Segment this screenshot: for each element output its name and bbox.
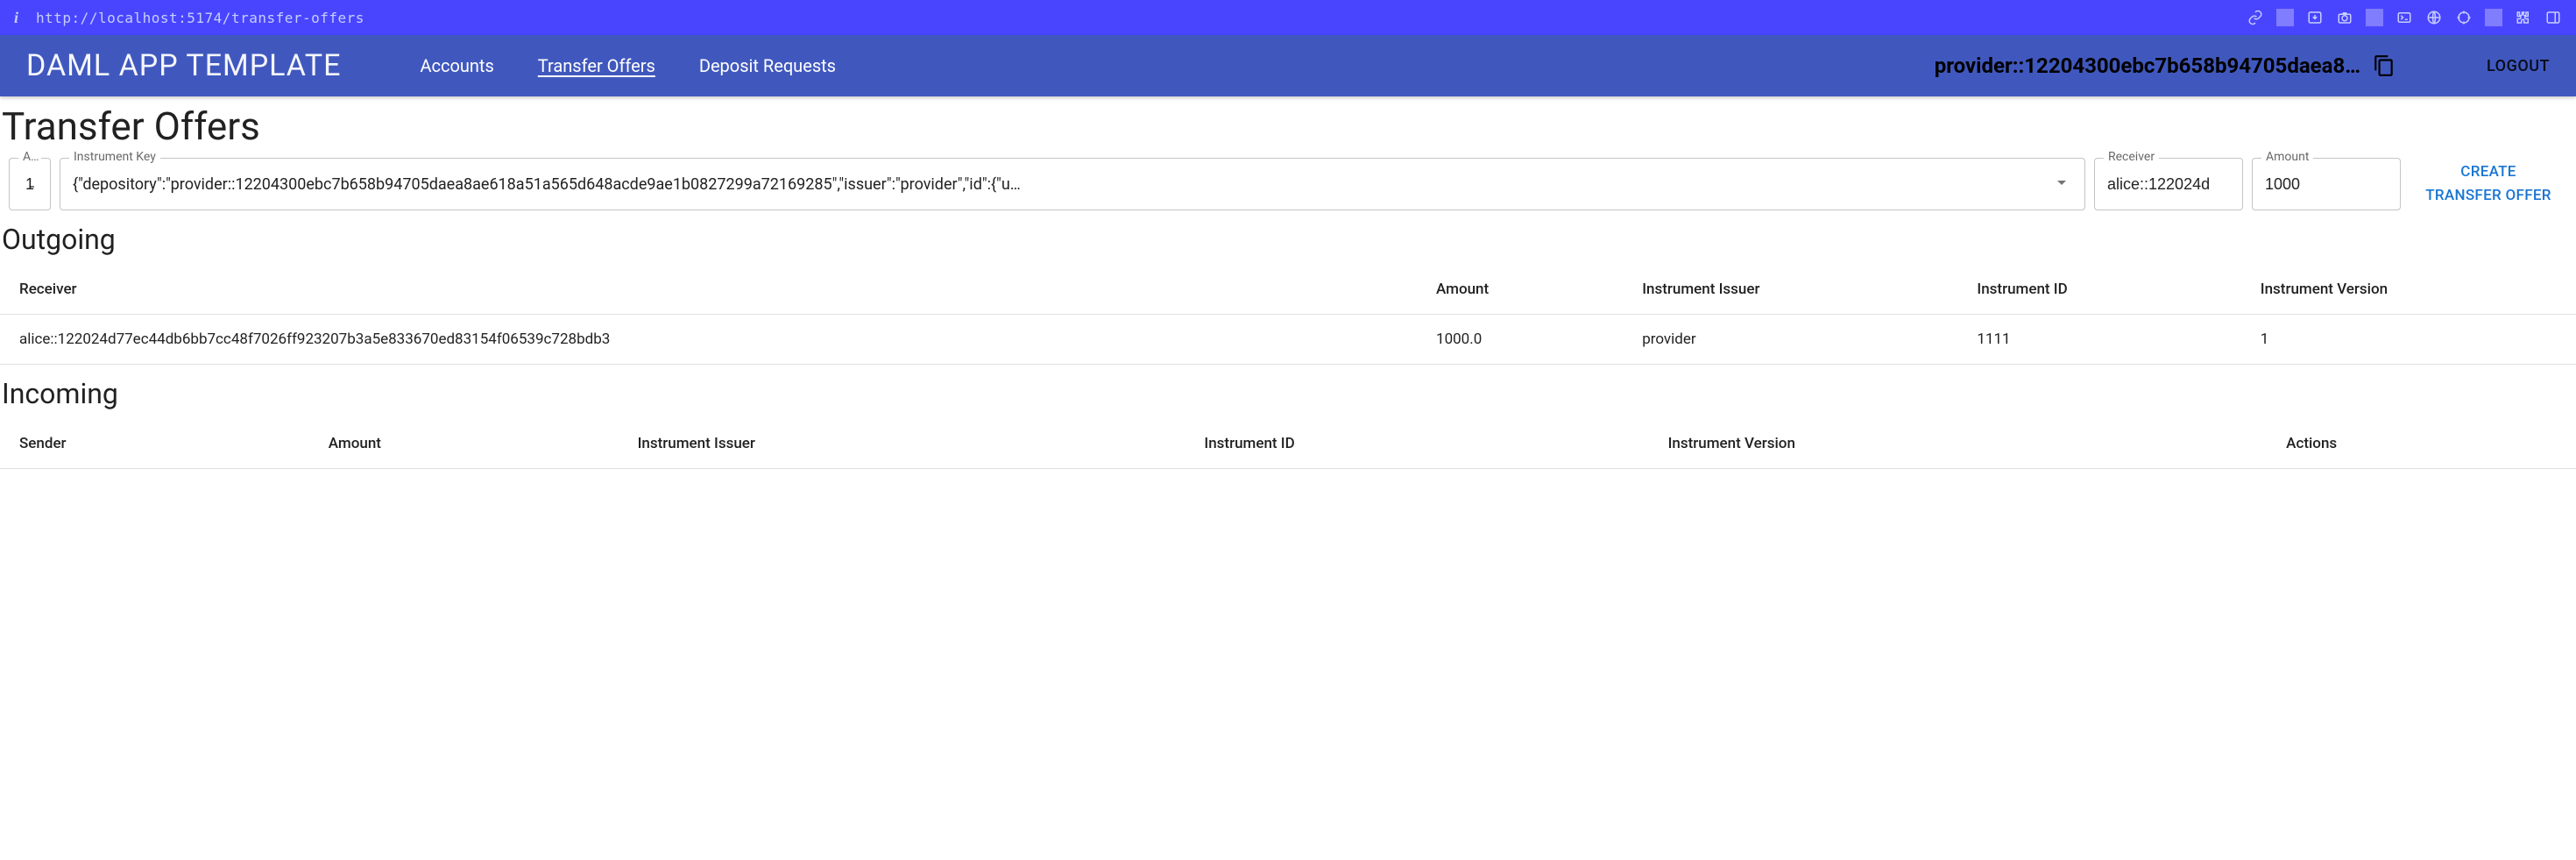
incoming-table: Sender Amount Instrument Issuer Instrume…	[0, 419, 2576, 469]
terminal-icon[interactable]	[2396, 9, 2413, 26]
receiver-label: Receiver	[2104, 150, 2159, 164]
create-form: A.. 1̶ Instrument Key {"depository":"pro…	[0, 158, 2576, 210]
puzzle-icon[interactable]	[2515, 9, 2532, 26]
incoming-heading: Incoming	[0, 377, 2576, 410]
table-header-row: Sender Amount Instrument Issuer Instrume…	[0, 419, 2576, 469]
cell-id: 1111	[1957, 315, 2240, 365]
col-id: Instrument ID	[1185, 419, 1648, 469]
camera-icon[interactable]	[2336, 9, 2353, 26]
devtools-bar: i http://localhost:5174/transfer-offers	[0, 0, 2576, 35]
cell-receiver: alice::122024d77ec44db6bb7cc48f7026ff923…	[0, 315, 1417, 365]
amount-label: Amount	[2261, 150, 2313, 164]
col-issuer: Instrument Issuer	[619, 419, 1185, 469]
page-title: Transfer Offers	[0, 103, 2576, 149]
create-label-line2: TRANSFER OFFER	[2425, 184, 2551, 208]
divider	[2366, 9, 2383, 26]
col-sender: Sender	[0, 419, 309, 469]
panel-icon[interactable]	[2544, 9, 2562, 26]
instrument-label: Instrument Key	[69, 150, 160, 164]
instrument-select[interactable]: Instrument Key {"depository":"provider::…	[60, 158, 2085, 210]
account-select[interactable]: A.. 1̶	[9, 158, 51, 210]
table-row: alice::122024d77ec44db6bb7cc48f7026ff923…	[0, 315, 2576, 365]
instrument-value: {"depository":"provider::12204300ebc7b65…	[73, 175, 2044, 194]
page-content: Transfer Offers A.. 1̶ Instrument Key {"…	[0, 103, 2576, 504]
col-amount: Amount	[1417, 265, 1623, 315]
col-amount: Amount	[309, 419, 619, 469]
col-receiver: Receiver	[0, 265, 1417, 315]
main-nav: Accounts Transfer Offers Deposit Request…	[420, 55, 836, 76]
create-transfer-offer-button[interactable]: CREATE TRANSFER OFFER	[2410, 158, 2567, 210]
devtools-icons	[2247, 9, 2562, 26]
outgoing-table: Receiver Amount Instrument Issuer Instru…	[0, 265, 2576, 365]
amount-field[interactable]: Amount	[2252, 158, 2401, 210]
app-title: DAML APP TEMPLATE	[26, 48, 341, 83]
party-id: provider::12204300ebc7b658b94705daea8…	[1935, 53, 2360, 78]
nav-deposit-requests[interactable]: Deposit Requests	[699, 55, 836, 76]
url-display: http://localhost:5174/transfer-offers	[36, 10, 364, 26]
account-value: 1̶	[25, 175, 34, 194]
col-version: Instrument Version	[1649, 419, 2268, 469]
chevron-down-icon	[2051, 172, 2072, 196]
amount-input[interactable]	[2265, 175, 2388, 194]
col-issuer: Instrument Issuer	[1623, 265, 1957, 315]
divider	[2485, 9, 2502, 26]
copy-icon[interactable]	[2373, 54, 2396, 77]
crosshair-icon[interactable]	[2455, 9, 2473, 26]
receiver-input[interactable]	[2107, 175, 2230, 194]
create-label-line1: CREATE	[2460, 160, 2516, 184]
divider	[2276, 9, 2294, 26]
col-actions: Actions	[2267, 419, 2576, 469]
nav-accounts[interactable]: Accounts	[420, 55, 493, 76]
col-id: Instrument ID	[1957, 265, 2240, 315]
app-bar: DAML APP TEMPLATE Accounts Transfer Offe…	[0, 35, 2576, 96]
nav-transfer-offers[interactable]: Transfer Offers	[538, 55, 655, 76]
account-label: A..	[18, 150, 41, 164]
download-icon[interactable]	[2306, 9, 2324, 26]
info-icon: i	[14, 9, 18, 27]
table-header-row: Receiver Amount Instrument Issuer Instru…	[0, 265, 2576, 315]
outgoing-heading: Outgoing	[0, 223, 2576, 256]
link-icon[interactable]	[2247, 9, 2264, 26]
globe-icon[interactable]	[2425, 9, 2443, 26]
cell-issuer: provider	[1623, 315, 1957, 365]
cell-version: 1	[2241, 315, 2576, 365]
receiver-field[interactable]: Receiver	[2094, 158, 2243, 210]
col-version: Instrument Version	[2241, 265, 2576, 315]
cell-amount: 1000.0	[1417, 315, 1623, 365]
logout-button[interactable]: LOGOUT	[2487, 57, 2550, 75]
